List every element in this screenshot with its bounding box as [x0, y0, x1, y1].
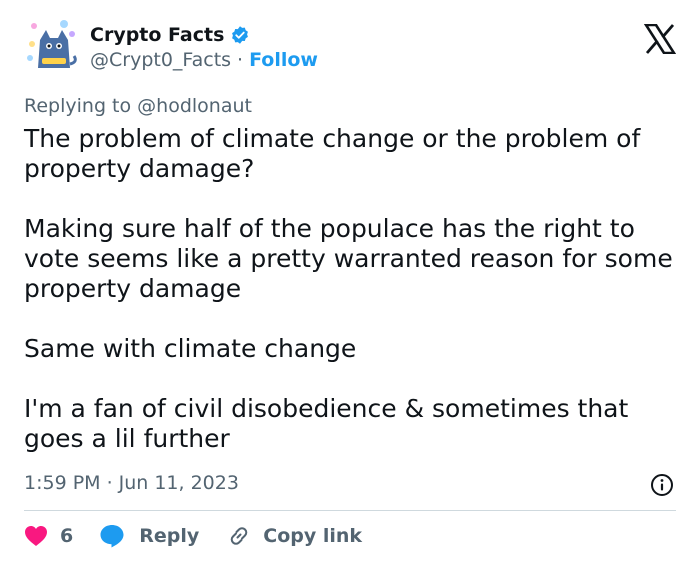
- verified-badge-icon: [230, 25, 250, 45]
- avatar[interactable]: [24, 18, 82, 76]
- reply-context-prefix: Replying to: [24, 95, 132, 117]
- author-display-name[interactable]: Crypto Facts: [90, 24, 224, 46]
- reply-bubble-icon: [100, 525, 124, 548]
- tweet-actions: 6 Reply Copy link: [24, 520, 362, 552]
- author-handle[interactable]: @Crypt0_Facts: [90, 49, 231, 71]
- tweet-paragraph: The problem of climate change or the pro…: [24, 124, 641, 183]
- copy-link-label: Copy link: [263, 525, 363, 547]
- author-name-row: Crypto Facts: [90, 22, 250, 48]
- reply-button[interactable]: Reply: [99, 524, 199, 548]
- follow-button[interactable]: Follow: [249, 49, 318, 71]
- tweet-paragraph: I'm a fan of civil disobedience & someti…: [24, 394, 629, 453]
- like-button[interactable]: 6: [24, 525, 73, 547]
- tweet-timestamp[interactable]: 1:59 PM · Jun 11, 2023: [24, 472, 239, 494]
- info-icon[interactable]: [650, 473, 674, 497]
- timestamp-separator: ·: [106, 472, 113, 494]
- reply-context: Replying to @hodlonaut: [24, 95, 252, 117]
- x-logo-icon[interactable]: [643, 23, 677, 55]
- tweet-time: 1:59 PM: [24, 472, 101, 494]
- author-handle-row: @Crypt0_Facts · Follow: [90, 49, 318, 71]
- reply-label: Reply: [139, 525, 200, 547]
- tweet-date: Jun 11, 2023: [118, 472, 239, 494]
- cat-avatar-icon: [27, 20, 77, 68]
- divider: [24, 510, 676, 511]
- reply-context-mention[interactable]: @hodlonaut: [137, 95, 252, 117]
- copy-link-button[interactable]: Copy link: [227, 524, 362, 548]
- like-count: 6: [60, 525, 74, 547]
- tweet-text: The problem of climate change or the pro…: [24, 124, 674, 454]
- handle-separator: ·: [237, 49, 244, 71]
- heart-icon: [25, 526, 47, 546]
- tweet-paragraph: Making sure half of the populace has the…: [24, 214, 673, 303]
- tweet-paragraph: Same with climate change: [24, 334, 357, 363]
- link-icon: [230, 527, 248, 545]
